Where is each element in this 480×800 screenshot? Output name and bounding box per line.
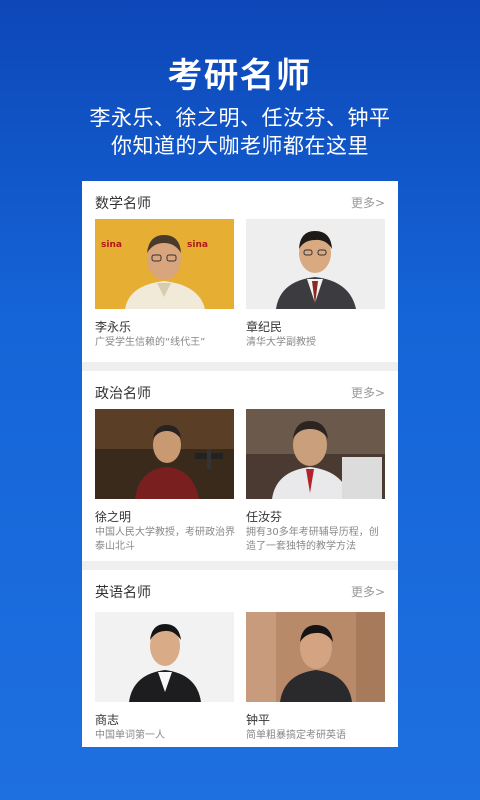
hero-subtitle-line2: 你知道的大咖老师都在这里	[111, 134, 369, 158]
section-title: 数学名师	[95, 196, 151, 212]
section-math: 数学名师 更多> sina sina 李永乐 广受学生信赖的“线代王” 章纪民 …	[82, 181, 398, 362]
teacher-name: 徐之明	[95, 510, 132, 524]
portrait-photo	[246, 612, 385, 702]
section-english: 英语名师 更多> 商志 中国单词第一人 钟平 简单粗暴搞定考研英语	[82, 570, 398, 747]
teacher-item[interactable]: 任汝芬 拥有30多年考研辅导历程，创造了一套独特的教学方法	[246, 409, 385, 559]
section-title: 政治名师	[95, 386, 151, 402]
more-link[interactable]: 更多>	[351, 384, 385, 401]
teacher-item[interactable]: sina sina 李永乐 广受学生信赖的“线代王”	[95, 219, 234, 359]
teacher-description: 中国人民大学教授，考研政治界泰山北斗	[95, 527, 235, 552]
teacher-description: 广受学生信赖的“线代王”	[95, 337, 206, 348]
teacher-card: 数学名师 更多> sina sina 李永乐 广受学生信赖的“线代王” 章纪民 …	[82, 181, 398, 747]
more-link[interactable]: 更多>	[351, 194, 385, 211]
svg-text:sina: sina	[187, 240, 208, 250]
teacher-description: 清华大学副教授	[246, 337, 316, 348]
divider	[82, 362, 398, 371]
hero-subtitle-line1: 李永乐、徐之明、任汝芬、钟平	[89, 106, 391, 130]
divider	[82, 561, 398, 570]
portrait-photo	[95, 409, 234, 499]
portrait-photo: sina sina	[95, 219, 234, 309]
teacher-description: 拥有30多年考研辅导历程，创造了一套独特的教学方法	[246, 527, 379, 552]
portrait-photo	[246, 219, 385, 309]
section-politics: 政治名师 更多> 徐之明 中国人民大学教授，考研政治界泰山北斗 任汝芬 拥有30…	[82, 371, 398, 561]
teacher-description: 简单粗暴搞定考研英语	[246, 730, 346, 741]
teacher-name: 李永乐	[95, 320, 132, 334]
teacher-item[interactable]: 章纪民 清华大学副教授	[246, 219, 385, 359]
more-link[interactable]: 更多>	[351, 583, 385, 600]
teacher-name: 商志	[95, 713, 120, 727]
portrait-photo	[246, 409, 385, 499]
portrait-photo	[95, 612, 234, 702]
teacher-item[interactable]: 钟平 简单粗暴搞定考研英语	[246, 612, 385, 742]
page-title: 考研名师	[168, 56, 312, 96]
teacher-name: 钟平	[246, 713, 271, 727]
teacher-item[interactable]: 商志 中国单词第一人	[95, 612, 234, 742]
teacher-description: 中国单词第一人	[95, 730, 165, 741]
section-title: 英语名师	[95, 585, 151, 601]
sina-watermark: sina	[101, 240, 122, 250]
teacher-item[interactable]: 徐之明 中国人民大学教授，考研政治界泰山北斗	[95, 409, 235, 559]
teacher-name: 章纪民	[246, 320, 283, 334]
teacher-name: 任汝芬	[246, 510, 283, 524]
